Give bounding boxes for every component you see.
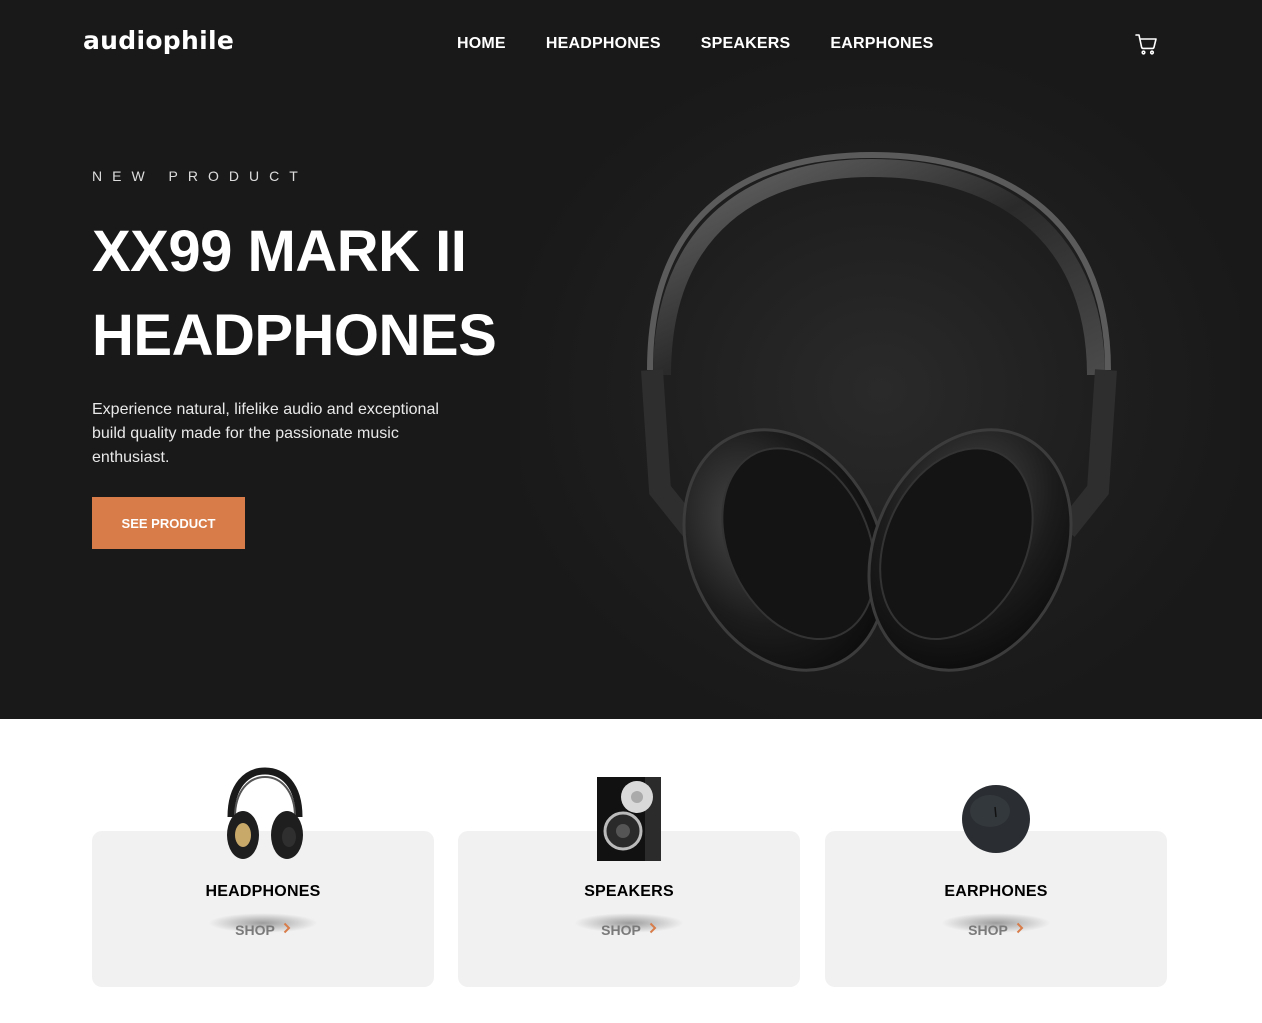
hero-description: Experience natural, lifelike audio and e… — [92, 401, 439, 466]
category-title: HEADPHONES — [205, 883, 321, 900]
site-header: audiophile HOME HEADPHONES SPEAKERS EARP… — [0, 0, 1262, 88]
chevron-right-icon — [1016, 921, 1024, 939]
shop-label: SHOP — [968, 922, 1008, 938]
category-cards: HEADPHONES SHOP SPEAKERS SHOP EARPHONES … — [92, 760, 1167, 990]
shop-headphones-link[interactable]: SHOP — [92, 921, 434, 939]
speaker-thumbnail — [579, 771, 679, 875]
nav-item-earphones[interactable]: EARPHONES — [830, 34, 933, 54]
hero-title: XX99 MARK II HEADPHONES — [92, 210, 512, 378]
nav-item-home[interactable]: HOME — [457, 34, 506, 54]
earphones-thumbnail — [946, 777, 1046, 881]
category-title: SPEAKERS — [584, 883, 674, 900]
shop-speakers-link[interactable]: SHOP — [458, 921, 800, 939]
shop-earphones-link[interactable]: SHOP — [825, 921, 1167, 939]
category-card-speakers[interactable]: SPEAKERS SHOP — [458, 777, 800, 987]
category-card-earphones[interactable]: EARPHONES SHOP — [825, 785, 1167, 987]
see-product-button[interactable]: SEE PRODUCT — [92, 497, 245, 549]
chevron-right-icon — [283, 921, 291, 939]
chevron-right-icon — [649, 921, 657, 939]
main-nav: HOME HEADPHONES SPEAKERS EARPHONES — [457, 34, 934, 54]
hero-title-line-2: HEADPHONES — [92, 303, 497, 368]
nav-item-speakers[interactable]: SPEAKERS — [701, 34, 791, 54]
hero-section: audiophile HOME HEADPHONES SPEAKERS EARP… — [0, 0, 1262, 719]
headphones-thumbnail — [213, 767, 313, 871]
category-card-headphones[interactable]: HEADPHONES SHOP — [92, 767, 434, 987]
category-title: EARPHONES — [944, 883, 1048, 900]
nav-item-headphones[interactable]: HEADPHONES — [546, 34, 661, 54]
brand-logo[interactable]: audiophile — [83, 26, 234, 55]
hero-title-line-1: XX99 MARK II — [92, 219, 467, 284]
hero-headphones-image — [600, 120, 1160, 700]
hero-overline: NEW PRODUCT — [92, 168, 308, 184]
cart-icon[interactable] — [1134, 32, 1158, 56]
shop-label: SHOP — [601, 922, 641, 938]
shop-label: SHOP — [235, 922, 275, 938]
